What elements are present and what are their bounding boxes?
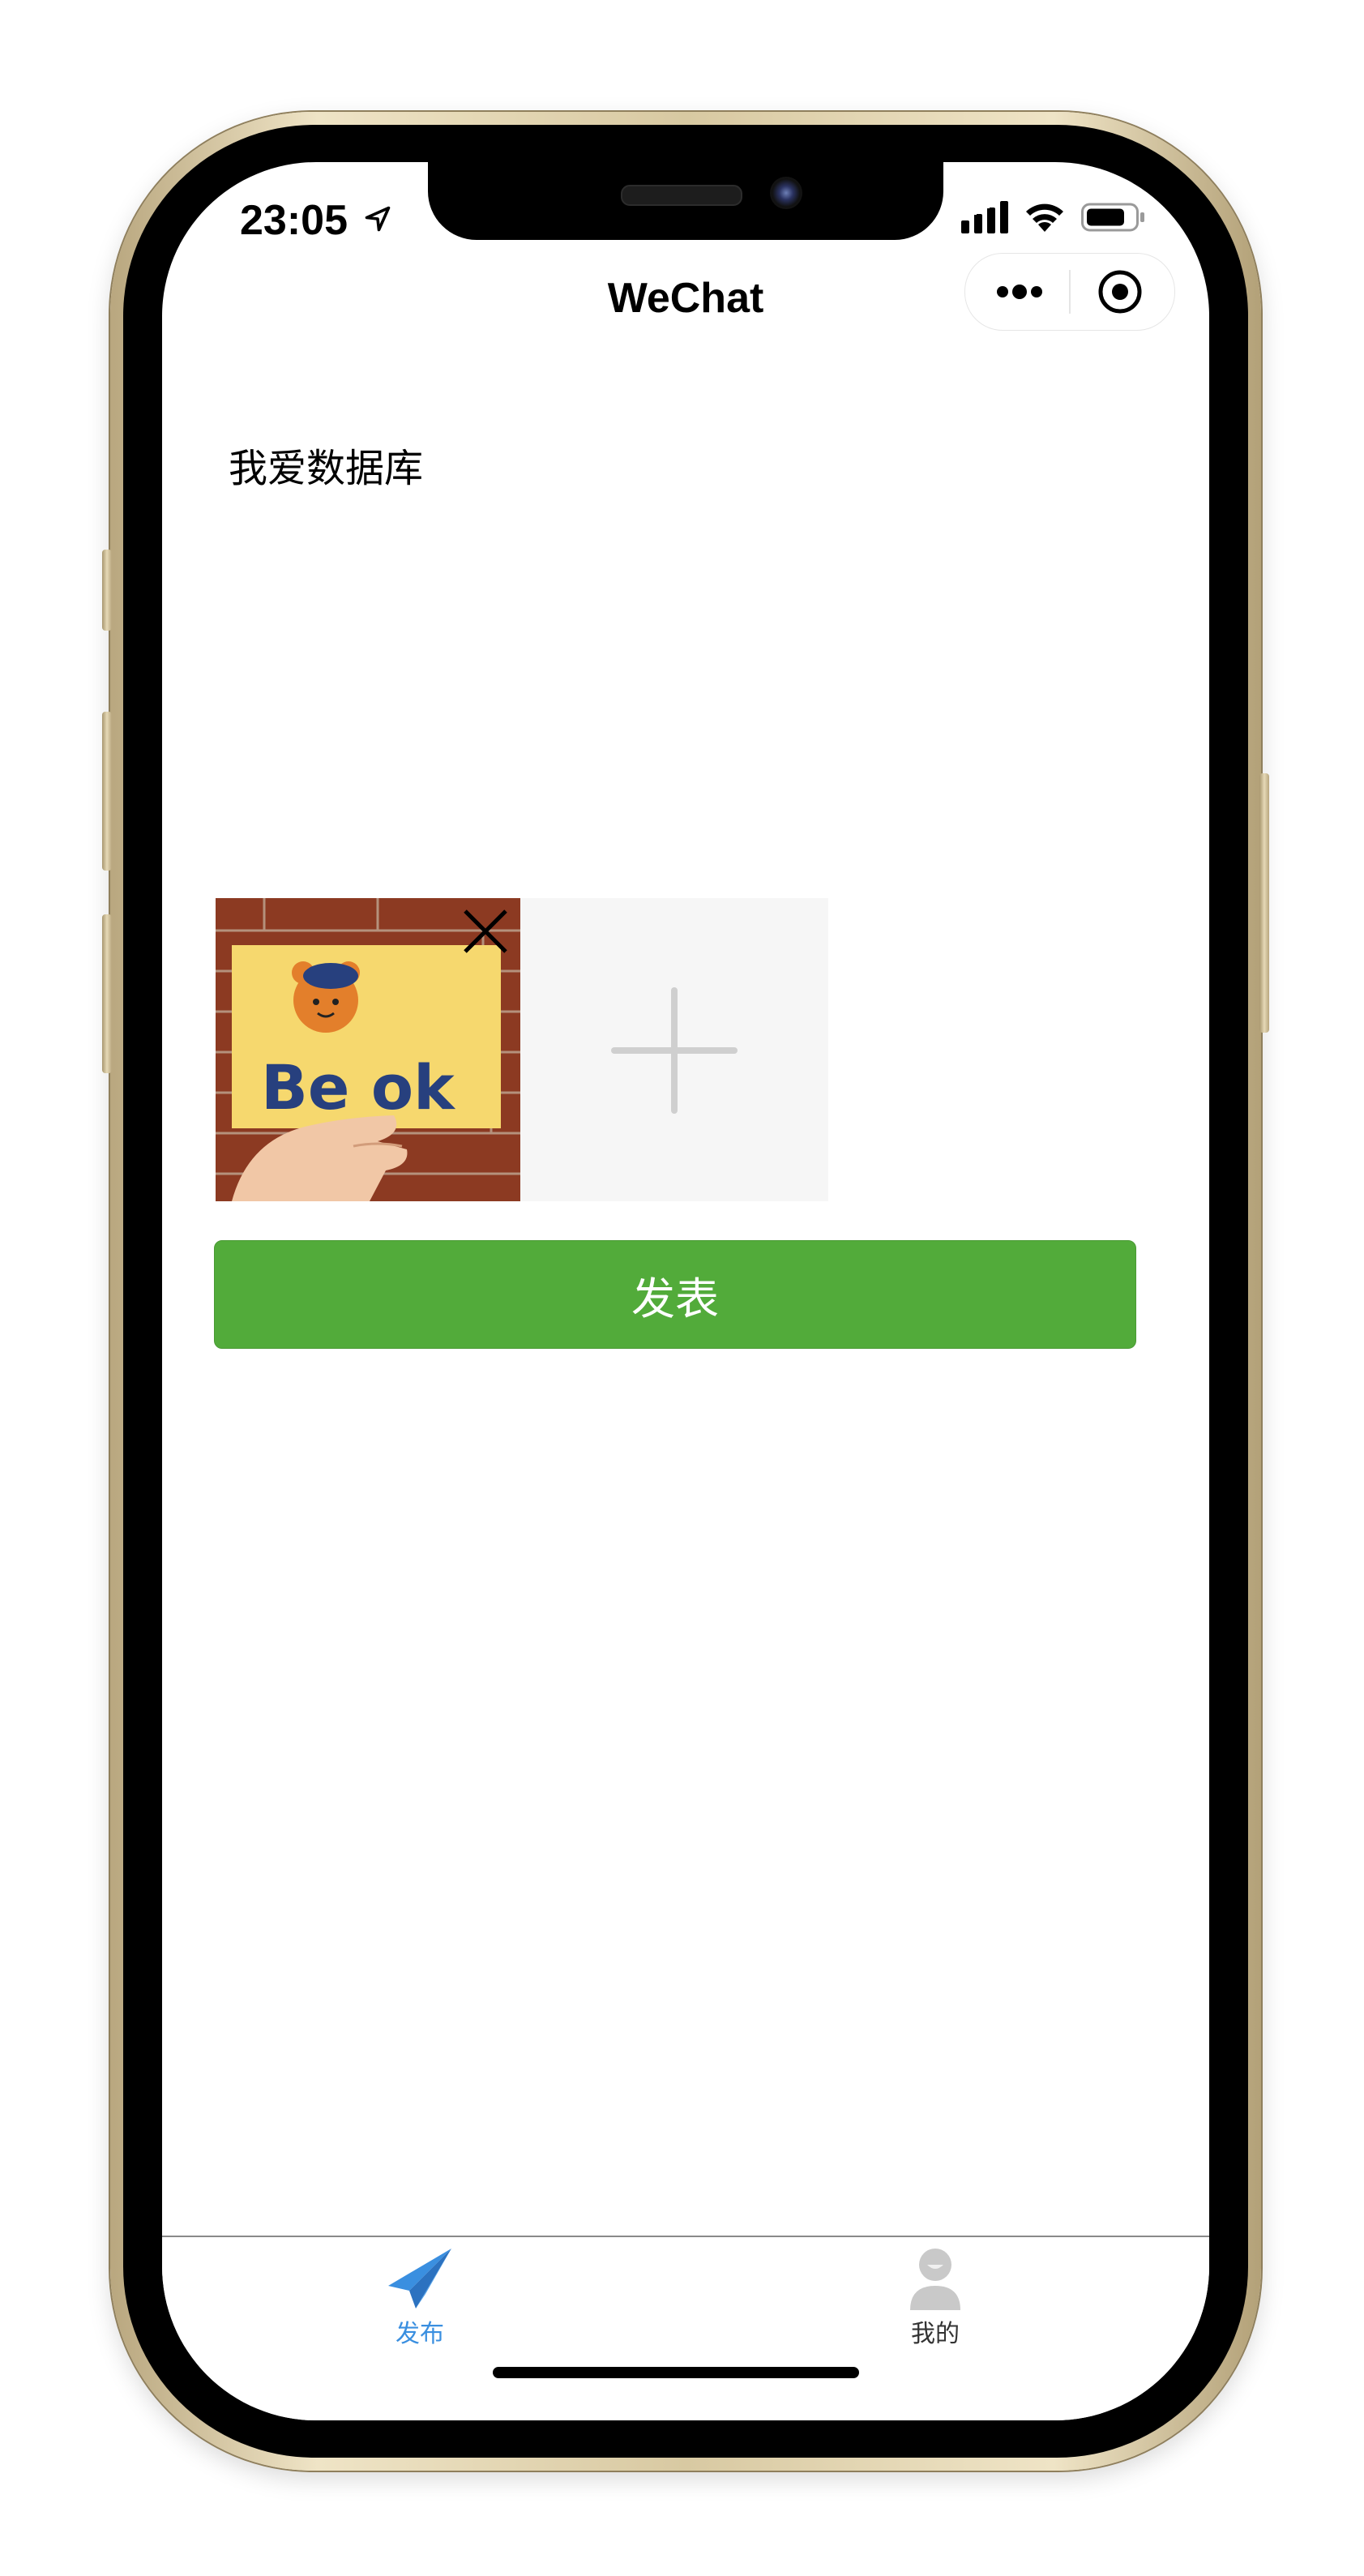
photo-caption: Be ok xyxy=(261,1051,455,1123)
capsule-divider xyxy=(1069,270,1071,314)
close-mini-program-icon[interactable] xyxy=(1097,268,1144,315)
uploaded-image-thumbnail[interactable]: Be ok xyxy=(216,898,520,1201)
phone-volume-up-button xyxy=(102,712,112,871)
tab-mine[interactable]: 我的 xyxy=(854,2245,1016,2349)
home-indicator[interactable] xyxy=(493,2367,859,2378)
wifi-icon xyxy=(1026,203,1063,232)
tab-bar: 发布 我的 xyxy=(162,2236,1209,2420)
signal-icon xyxy=(961,201,1008,233)
battery-icon xyxy=(1081,203,1144,232)
more-icon[interactable] xyxy=(994,273,1045,310)
phone-power-button xyxy=(1259,773,1269,1033)
paper-plane-icon xyxy=(388,2249,451,2309)
phone-side-button xyxy=(102,550,112,631)
tab-mine-label: 我的 xyxy=(911,2320,960,2348)
tab-publish[interactable]: 发布 xyxy=(339,2245,501,2349)
mini-program-capsule xyxy=(964,253,1175,331)
post-text[interactable]: 我爱数据库 xyxy=(229,436,423,493)
add-image-button[interactable] xyxy=(520,898,828,1201)
camera-icon xyxy=(770,177,802,209)
publish-button[interactable]: 发表 xyxy=(214,1240,1136,1349)
notch xyxy=(428,162,943,240)
location-arrow-icon xyxy=(365,206,391,232)
phone-frame: 23:05 WeChat 我爱数据库 Be ok 发表 发布 我的 xyxy=(102,112,1269,2471)
phone-screen: 23:05 WeChat 我爱数据库 Be ok 发表 发布 我的 xyxy=(162,162,1209,2420)
tab-publish-label: 发布 xyxy=(396,2320,444,2348)
plus-icon xyxy=(611,987,738,1114)
close-x-icon[interactable] xyxy=(460,906,511,956)
status-time: 23:05 xyxy=(240,197,348,244)
phone-volume-down-button xyxy=(102,914,112,1073)
speaker-grille xyxy=(621,185,742,206)
user-icon xyxy=(910,2249,960,2310)
